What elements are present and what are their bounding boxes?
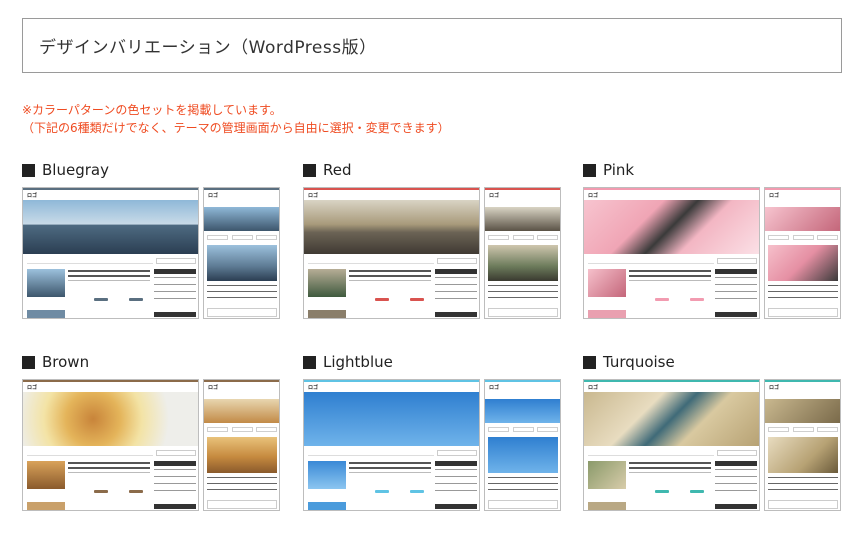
theme-turquoise: Turquoise ロゴ ロゴ	[583, 352, 841, 514]
site-logo: ロゴ	[588, 385, 599, 391]
theme-label: Lightblue	[323, 353, 393, 371]
square-bullet-icon	[303, 163, 316, 177]
theme-label: Brown	[42, 353, 90, 371]
theme-label: Turquoise	[603, 353, 675, 371]
notice-line-1: ※カラーパターンの色セットを掲載しています。	[22, 103, 282, 117]
page-title: デザインバリエーション（WordPress版）	[39, 38, 377, 58]
square-bullet-icon	[22, 163, 35, 177]
sp-preview[interactable]: ロゴ	[484, 379, 561, 511]
sp-preview[interactable]: ロゴ	[764, 187, 841, 319]
square-bullet-icon	[583, 163, 596, 177]
site-logo: ロゴ	[588, 193, 599, 199]
theme-pink: Pink ロゴ ロゴ	[583, 160, 841, 322]
site-logo: ロゴ	[27, 193, 38, 199]
theme-label: Pink	[603, 161, 635, 179]
theme-lightblue: Lightblue ロゴ ロゴ	[303, 352, 561, 514]
site-logo: ロゴ	[27, 385, 38, 391]
square-bullet-icon	[303, 355, 316, 369]
pc-preview[interactable]: ロゴ	[22, 379, 199, 511]
sp-preview[interactable]: ロゴ	[203, 187, 280, 319]
square-bullet-icon	[22, 355, 35, 369]
sp-preview[interactable]: ロゴ	[764, 379, 841, 511]
pc-preview[interactable]: ロゴ	[583, 187, 760, 319]
title-box: デザインバリエーション（WordPress版）	[22, 18, 842, 73]
theme-label: Red	[323, 161, 352, 179]
theme-bluegray: Bluegray ロゴ ロゴ	[22, 160, 280, 322]
pc-preview[interactable]: ロゴ	[22, 187, 199, 319]
sp-preview[interactable]: ロゴ	[484, 187, 561, 319]
theme-red: Red ロゴ ロゴ	[303, 160, 561, 322]
site-logo: ロゴ	[308, 385, 319, 391]
theme-label: Bluegray	[42, 161, 109, 179]
site-logo: ロゴ	[308, 193, 319, 199]
theme-brown: Brown ロゴ ロゴ	[22, 352, 280, 514]
pc-preview[interactable]: ロゴ	[583, 379, 760, 511]
square-bullet-icon	[583, 355, 596, 369]
pc-preview[interactable]: ロゴ	[303, 187, 480, 319]
notice-line-2: （下記の6種類だけでなく、テーマの管理画面から自由に選択・変更できます）	[22, 121, 450, 135]
sp-preview[interactable]: ロゴ	[203, 379, 280, 511]
pc-preview[interactable]: ロゴ	[303, 379, 480, 511]
